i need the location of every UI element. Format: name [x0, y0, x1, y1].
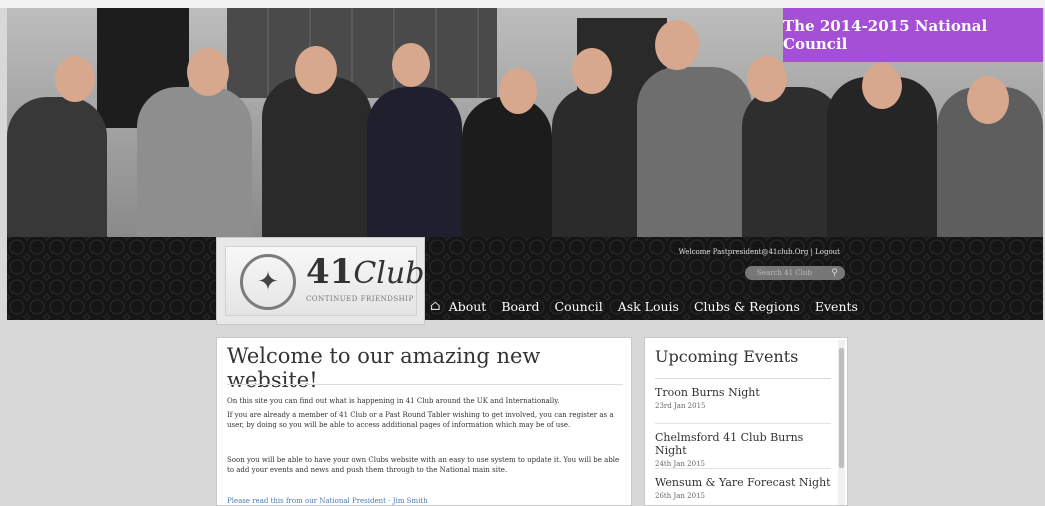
event-name[interactable]: Wensum & Yare Forecast Night — [655, 476, 831, 489]
logo-panel: ✦ 41Club CONTINUED FRIENDSHIP — [225, 246, 424, 316]
person-head — [862, 63, 902, 109]
divider — [227, 384, 623, 385]
nav-about[interactable]: About — [449, 299, 487, 314]
register-paragraph: If you are already a member of 41 Club o… — [227, 411, 614, 429]
logo-tagline: CONTINUED FRIENDSHIP — [306, 295, 414, 303]
person — [7, 97, 107, 237]
event-divider — [655, 468, 831, 469]
welcome-text[interactable]: Welcome Pastpresident@41club.Org | Logou… — [650, 248, 840, 256]
intro-paragraph: On this site you can find out what is ha… — [227, 397, 560, 405]
divider — [655, 378, 831, 379]
person-head — [967, 76, 1009, 124]
person — [552, 87, 647, 237]
person — [137, 87, 252, 237]
nav-ask-louis[interactable]: Ask Louis — [618, 299, 679, 314]
event-date: 26th Jan 2015 — [655, 492, 705, 500]
event-name[interactable]: Chelmsford 41 Club Burns Night — [655, 431, 831, 457]
person-head — [747, 56, 787, 102]
event-item[interactable]: Chelmsford 41 Club Burns Night 24th Jan … — [655, 431, 831, 468]
welcome-panel: Welcome to our amazing new website! On t… — [216, 337, 632, 506]
event-item[interactable]: Troon Burns Night 23rd Jan 2015 — [655, 386, 831, 410]
main-nav: ⌂ About Board Council Ask Louis Clubs & … — [430, 297, 873, 315]
person — [637, 67, 752, 237]
scroll-thumb[interactable] — [839, 348, 844, 468]
top-strip — [0, 0, 1045, 8]
hero-photo: The 2014-2015 National Council — [7, 8, 1043, 237]
search-icon[interactable]: ⚲ — [831, 266, 838, 280]
person-head — [655, 20, 699, 70]
person — [367, 87, 462, 237]
person-head — [572, 48, 612, 94]
event-item[interactable]: Wensum & Yare Forecast Night 26th Jan 20… — [655, 476, 831, 500]
nav-board[interactable]: Board — [501, 299, 539, 314]
home-icon[interactable]: ⌂ — [430, 298, 441, 314]
website-paragraph: Soon you will be able to have your own C… — [227, 456, 620, 474]
logo-wordmark: 41Club — [306, 252, 424, 292]
event-name[interactable]: Troon Burns Night — [655, 386, 831, 399]
logo-number: 41 — [306, 252, 354, 292]
person — [262, 77, 372, 237]
nav-clubs-regions[interactable]: Clubs & Regions — [694, 299, 800, 314]
person-head — [295, 46, 337, 94]
person — [462, 97, 552, 237]
search-input[interactable]: Search 41 Club ⚲ — [745, 266, 845, 280]
event-date: 23rd Jan 2015 — [655, 402, 706, 410]
president-link[interactable]: Please read this from our National Presi… — [227, 496, 623, 506]
compass-icon: ✦ — [240, 254, 296, 310]
events-scrollbar[interactable] — [838, 340, 845, 505]
person-head — [499, 68, 537, 114]
logo-word: Club — [353, 256, 425, 291]
events-panel: Upcoming Events Troon Burns Night 23rd J… — [644, 337, 848, 506]
event-divider — [655, 423, 831, 424]
person-head — [55, 56, 95, 102]
events-title: Upcoming Events — [655, 347, 799, 366]
nav-events[interactable]: Events — [815, 299, 858, 314]
search-placeholder: Search 41 Club — [757, 269, 812, 277]
nav-council[interactable]: Council — [555, 299, 603, 314]
person-head — [392, 43, 430, 87]
person-head — [187, 48, 229, 96]
event-date: 24th Jan 2015 — [655, 460, 705, 468]
hero-title: The 2014-2015 National Council — [783, 8, 1043, 62]
banner-wall — [227, 8, 497, 98]
site-logo[interactable]: ✦ 41Club CONTINUED FRIENDSHIP — [216, 237, 425, 325]
